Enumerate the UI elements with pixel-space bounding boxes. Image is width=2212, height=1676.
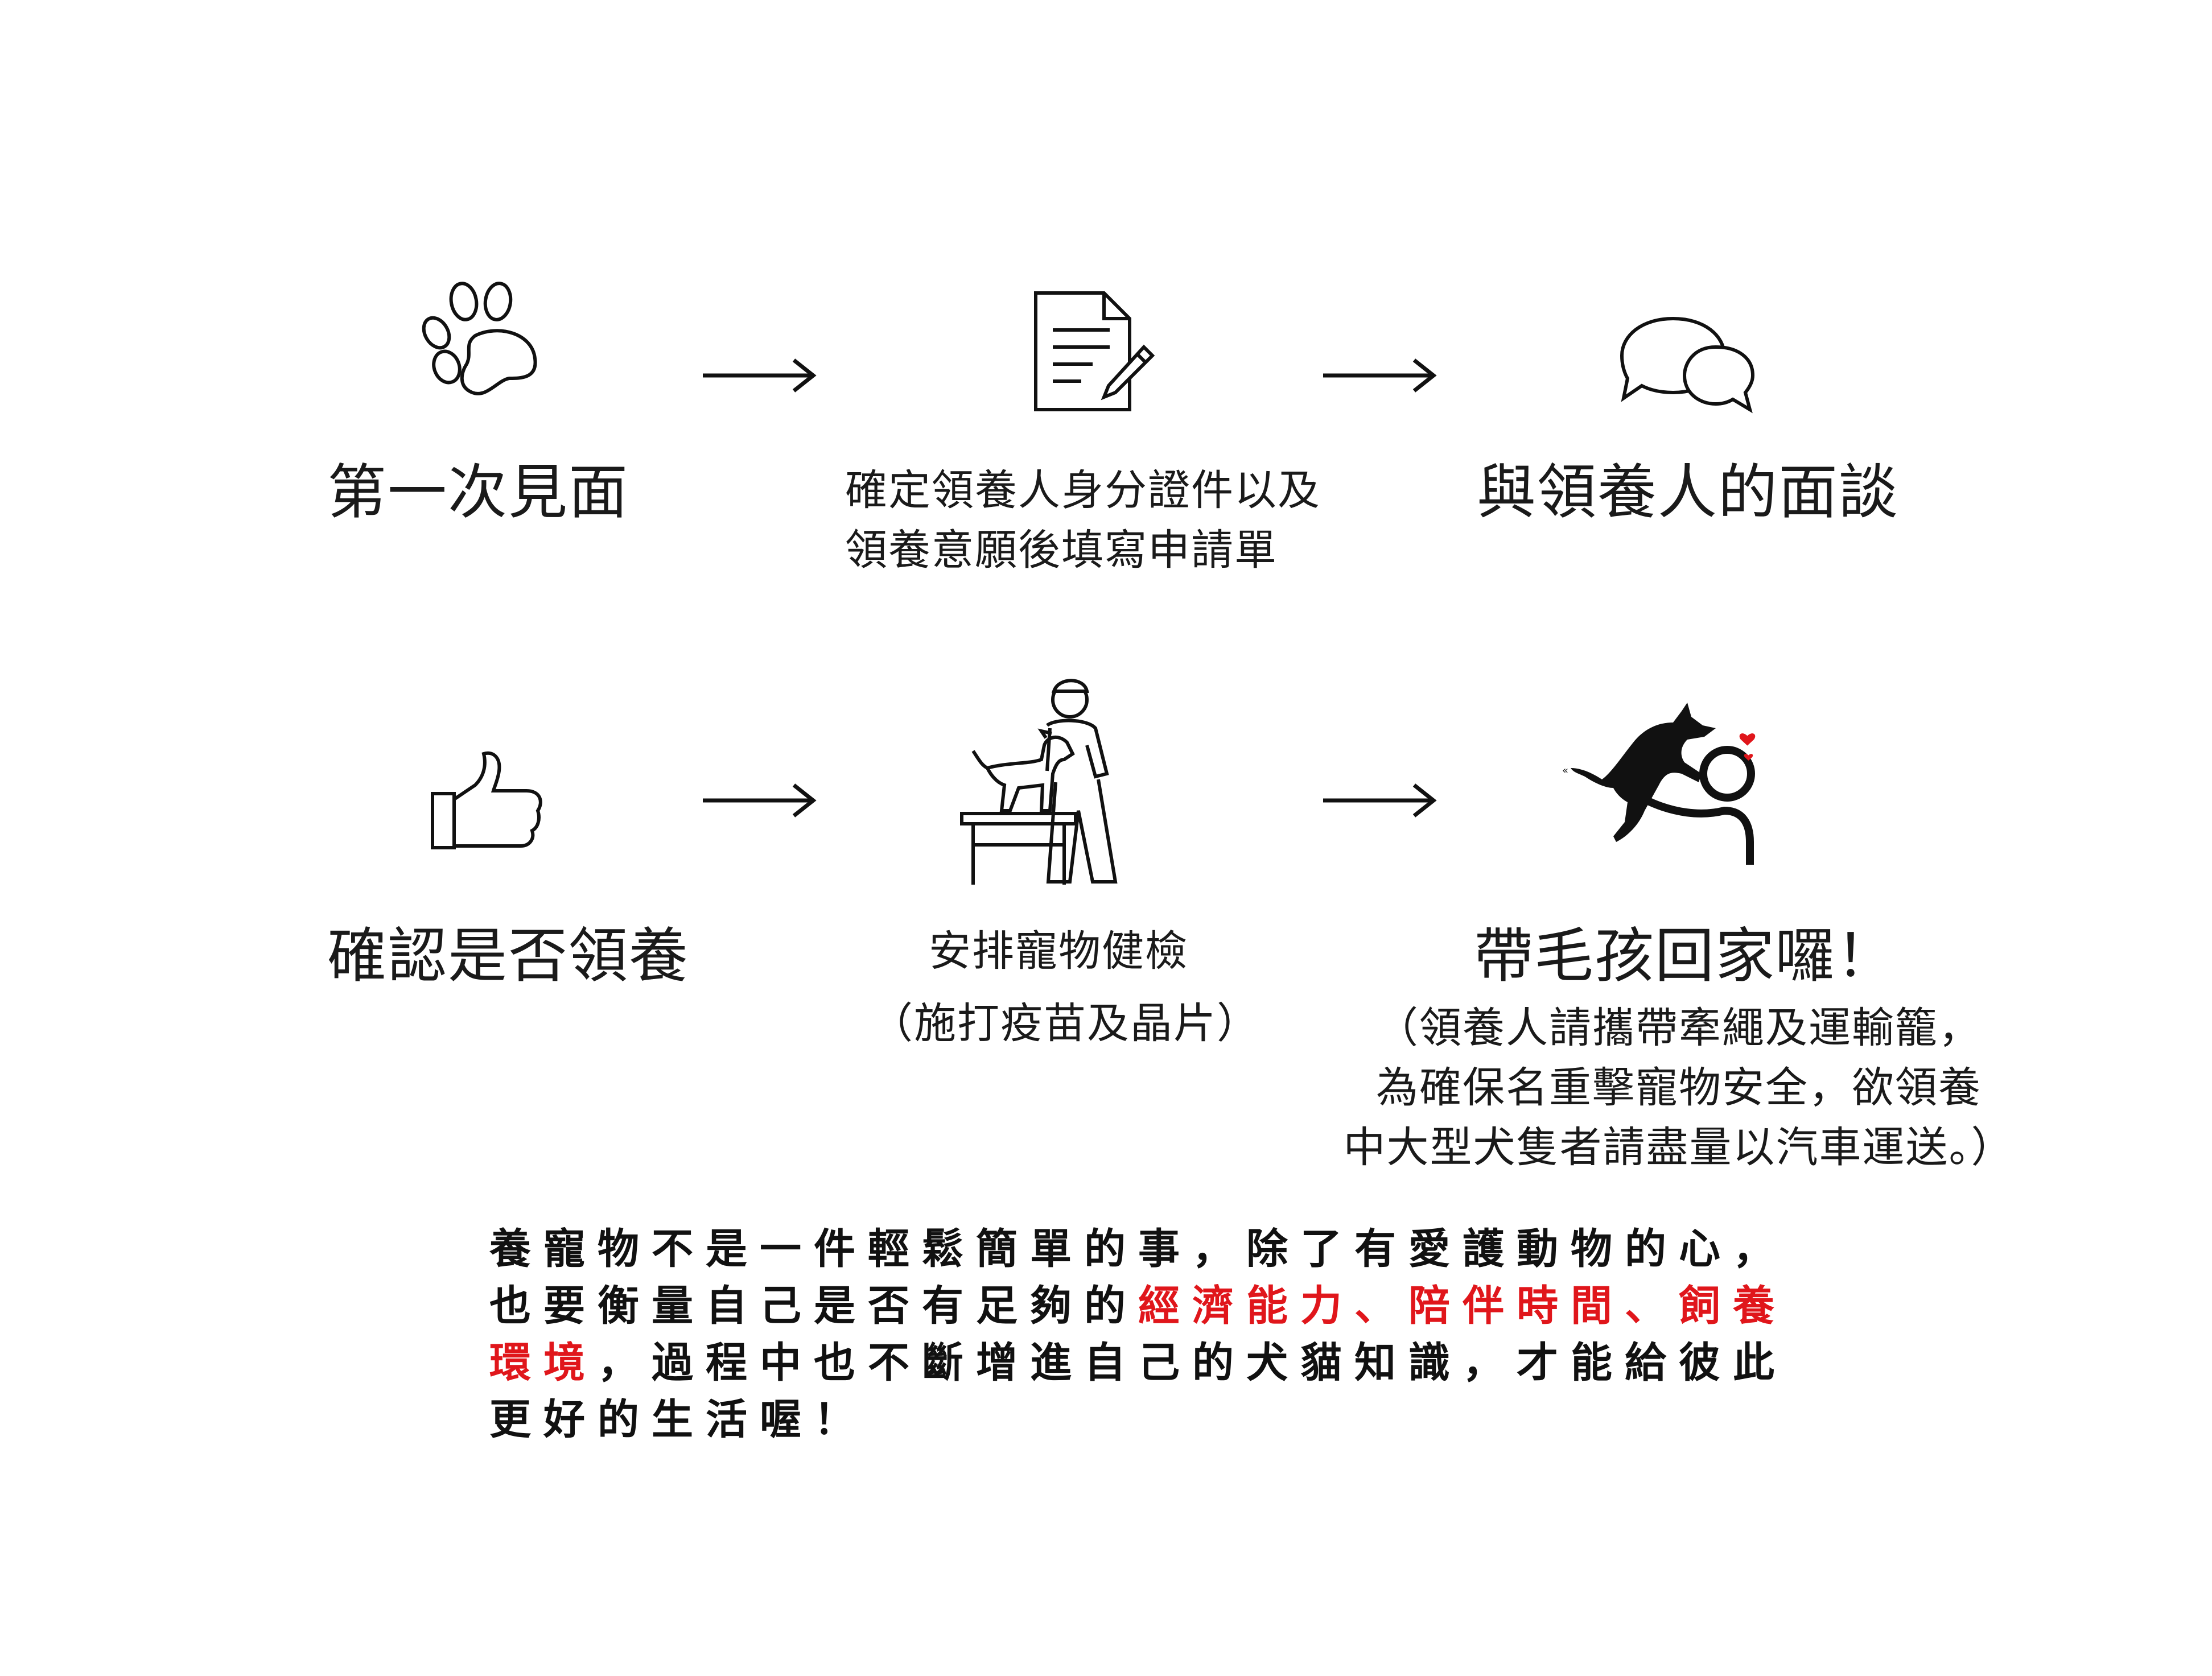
closing-paragraph: 養寵物不是一件輕鬆簡單的事，除了有愛護動物的心， 也要衡量自己是否有足夠的經濟能… <box>489 1220 1787 1448</box>
closing-text: 也要衡量自己是否有足夠的 <box>489 1281 1138 1330</box>
step-3-title: 與領養人的面談 <box>1477 457 1900 527</box>
closing-line-4: 更好的生活喔！ <box>489 1395 868 1444</box>
thumbs-up-icon <box>430 748 543 851</box>
highlight-economic: 經濟能力 <box>1138 1281 1354 1330</box>
highlight-raising: 飼養 <box>1679 1281 1787 1330</box>
svg-text:«: « <box>1562 765 1568 777</box>
dog-hug-person-icon: « <box>1559 688 1787 876</box>
step-4-title: 確認是否領養 <box>327 921 690 990</box>
step-2-text: 確定領養人身分證件以及 領養意願後填寫申請單 <box>845 461 1321 580</box>
step-5-line-1: 安排寵物健檢 <box>929 927 1188 976</box>
step-2-line-1: 確定領養人身分證件以及 <box>845 466 1321 515</box>
step-6-text: （領養人請攜帶牽繩及運輸籠， 為確保名重擊寵物安全，欲領養 中大型犬隻者請盡量以… <box>1343 998 2015 1178</box>
step-6-line-1: （領養人請攜帶牽繩及運輸籠， <box>1376 1004 1982 1052</box>
highlight-sep: 、 <box>1625 1281 1679 1330</box>
right-arrow-icon <box>703 781 817 820</box>
step-6-line-3: 中大型犬隻者請盡量以汽車運送。） <box>1343 1123 2015 1173</box>
highlight-environment: 環境 <box>489 1338 598 1387</box>
step-6-title: 帶毛孩回家囉！ <box>1474 921 1897 990</box>
closing-line-2: 也要衡量自己是否有足夠的經濟能力、陪伴時間、飼養 <box>489 1277 1787 1334</box>
step-2-line-2: 領養意願後填寫申請單 <box>845 526 1278 575</box>
closing-line-3: 環境，過程中也不斷增進自己的犬貓知識，才能給彼此 <box>489 1334 1787 1391</box>
right-arrow-icon <box>703 356 817 395</box>
paw-print-icon <box>418 279 543 404</box>
speech-bubbles-icon <box>1619 313 1756 415</box>
step-1-title: 第一次見面 <box>327 457 629 527</box>
step-6-line-2: 為確保名重擊寵物安全，欲領養 <box>1376 1063 1982 1113</box>
highlight-sep: 、 <box>1354 1281 1408 1330</box>
step-5-text: 安排寵物健檢 （施打疫苗及晶片） <box>871 922 1260 1054</box>
step-5-line-2: （施打疫苗及晶片） <box>871 999 1260 1048</box>
document-pen-icon <box>1030 290 1155 415</box>
right-arrow-icon <box>1323 356 1437 395</box>
closing-text: ，過程中也不斷增進自己的犬貓知識，才能給彼此 <box>598 1338 1787 1387</box>
closing-line-1: 養寵物不是一件輕鬆簡單的事，除了有愛護動物的心， <box>489 1224 1787 1273</box>
vet-exam-icon <box>956 674 1127 890</box>
highlight-company-time: 陪伴時間 <box>1408 1281 1625 1330</box>
right-arrow-icon <box>1323 781 1437 820</box>
